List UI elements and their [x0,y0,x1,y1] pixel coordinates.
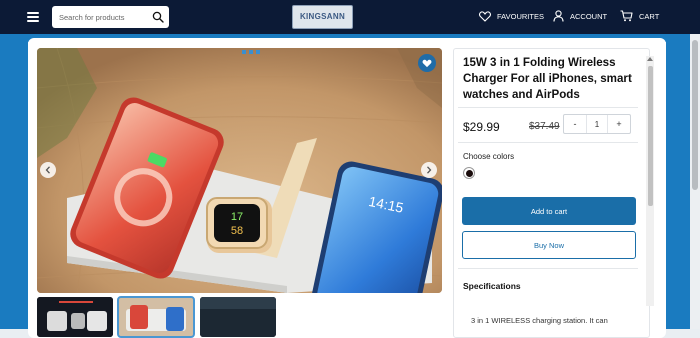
search-icon[interactable] [152,11,164,23]
nav-favourites[interactable]: FAVOURITES [479,9,544,23]
thumbnail-3[interactable] [200,297,276,337]
chevron-right-icon [427,166,432,174]
color-swatch-fill [465,169,473,177]
menu-icon[interactable] [27,12,39,22]
top-header: KINGSANN FAVOURITES ACCOUNT CART [0,0,700,34]
product-photo: 17 58 14:15 [37,48,442,293]
info-scrollbar-thumb[interactable] [648,66,653,206]
product-price: $29.99 [463,120,500,134]
site-logo[interactable]: KINGSANN [292,5,353,29]
thumbnail-image [37,297,113,337]
carousel-dot[interactable] [242,50,246,54]
product-old-price: $37.49 [529,121,560,132]
quantity-decrease-button[interactable]: - [564,115,586,133]
color-swatch-black[interactable] [463,167,475,179]
divider [458,142,638,143]
buy-now-button[interactable]: Buy Now [462,231,636,259]
user-icon [553,10,564,22]
next-image-button[interactable] [421,162,437,178]
page-side-band [0,42,28,329]
heart-icon [479,10,491,22]
cart-icon [620,10,633,22]
specifications-text: 3 in 1 WIRELESS charging station. It can [471,316,608,325]
specifications-title: Specifications [463,281,521,291]
nav-cart[interactable]: CART [620,9,659,23]
product-title: 15W 3 in 1 Folding Wireless Charger For … [463,56,632,101]
thumbnail-1[interactable] [37,297,113,337]
page-scrollbar-thumb[interactable] [692,40,698,190]
add-to-cart-button[interactable]: Add to cart [462,197,636,225]
add-favourite-button[interactable] [418,54,436,72]
nav-cart-label: CART [639,11,660,21]
quantity-value[interactable]: 1 [586,115,608,133]
watch-time-bottom: 58 [231,225,243,237]
search-input[interactable] [52,6,148,28]
nav-favourites-label: FAVOURITES [497,11,544,21]
logo-text: KINGSANN [299,12,346,21]
chevron-left-icon [45,166,50,174]
quantity-stepper: - 1 + [563,114,631,134]
divider [458,268,638,269]
scroll-up-icon[interactable] [647,57,653,61]
search-box [52,6,169,28]
nav-account-label: ACCOUNT [570,11,608,21]
colors-label: Choose colors [463,152,515,161]
product-main-image[interactable]: 17 58 14:15 [37,48,442,293]
heart-icon [422,59,432,67]
carousel-dots [242,50,260,54]
nav-account[interactable]: ACCOUNT [553,9,607,23]
divider [458,107,638,108]
quantity-increase-button[interactable]: + [608,115,630,133]
previous-image-button[interactable] [40,162,56,178]
thumbnail-2[interactable] [117,296,195,338]
thumbnail-image [200,297,276,337]
thumbnail-image [118,297,194,337]
carousel-dot[interactable] [256,50,260,54]
watch-time-top: 17 [231,211,243,223]
carousel-dot[interactable] [249,50,253,54]
